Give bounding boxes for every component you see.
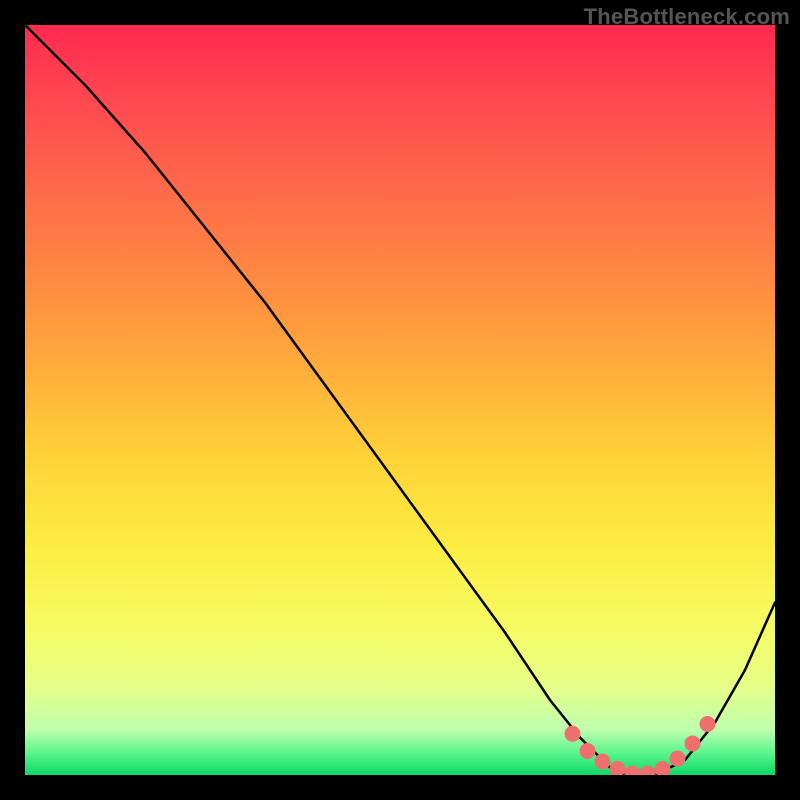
plot-area <box>25 25 775 775</box>
optimal-marker-dot <box>670 751 686 767</box>
optimal-marker-dot <box>625 766 641 776</box>
optimal-marker-dot <box>700 716 716 732</box>
attribution-label: TheBottleneck.com <box>584 4 790 30</box>
optimal-marker-dot <box>580 743 596 759</box>
optimal-marker-dot <box>565 726 581 742</box>
optimal-marker-dot <box>640 766 656 776</box>
optimal-range-markers <box>565 716 716 775</box>
optimal-marker-dot <box>655 761 671 775</box>
optimal-marker-dot <box>610 761 626 775</box>
optimal-marker-dot <box>595 754 611 770</box>
bottleneck-curve-line <box>25 25 775 775</box>
chart-frame: TheBottleneck.com <box>0 0 800 800</box>
bottleneck-curve-svg <box>25 25 775 775</box>
optimal-marker-dot <box>685 736 701 752</box>
